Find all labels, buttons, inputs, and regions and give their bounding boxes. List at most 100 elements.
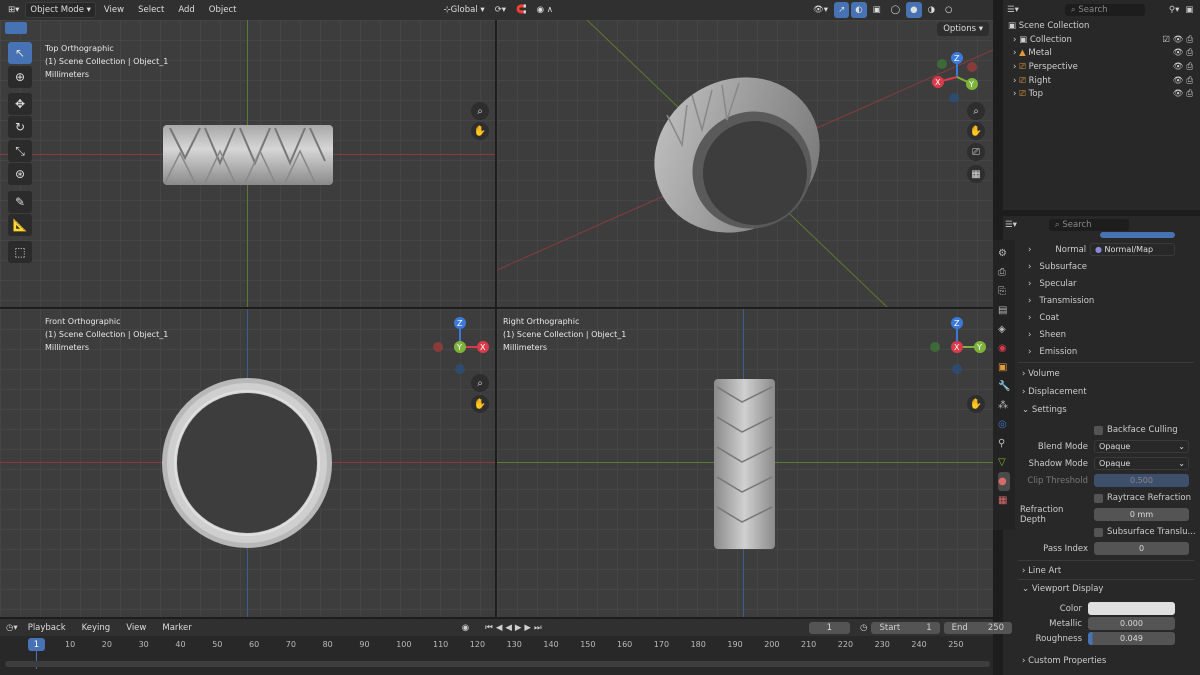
- camera-icon[interactable]: ⎚: [967, 143, 985, 161]
- shading-solid-icon[interactable]: ●: [906, 2, 922, 18]
- gizmo-toggle-icon[interactable]: ↗: [834, 2, 850, 18]
- viewport-front[interactable]: Front Orthographic (1) Scene Collection |…: [0, 309, 495, 617]
- scene-tab-icon[interactable]: ◈: [998, 320, 1010, 339]
- outliner-item-metal[interactable]: › ▲ Metal 👁 ⎙: [1013, 48, 1193, 58]
- menu-object[interactable]: Object: [203, 5, 243, 15]
- shading-wire-icon[interactable]: ◯: [887, 2, 905, 18]
- transform-orientation-dropdown[interactable]: ⊹ Global ▾: [439, 2, 488, 18]
- menu-marker[interactable]: Marker: [156, 623, 197, 633]
- subsurface-translucency-checkbox[interactable]: Subsurface Translu...: [1094, 524, 1200, 540]
- backface-culling-checkbox[interactable]: Backface Culling: [1094, 422, 1200, 438]
- grid-view-icon[interactable]: ▦: [967, 165, 985, 183]
- properties-search-input[interactable]: ⌕ Search: [1048, 219, 1129, 231]
- alpha-slider[interactable]: [1100, 232, 1175, 238]
- zoom-icon[interactable]: ⌕: [471, 374, 489, 392]
- object-tab-icon[interactable]: ▣: [998, 358, 1010, 377]
- viewport-top[interactable]: Top Orthographic (1) Scene Collection | O…: [0, 20, 495, 307]
- menu-select[interactable]: Select: [132, 5, 170, 15]
- snap-icon[interactable]: 🧲: [512, 2, 531, 18]
- axis-gizmo[interactable]: Z Y X: [927, 317, 987, 377]
- material-tab-icon[interactable]: ●: [998, 472, 1010, 491]
- displacement-panel[interactable]: › Displacement: [1022, 384, 1197, 400]
- pan-hand-icon[interactable]: ✋: [967, 395, 985, 413]
- select-mode-icon[interactable]: [5, 22, 27, 34]
- playhead[interactable]: 1: [28, 638, 45, 651]
- shadow-mode-dropdown[interactable]: Opaque ⌄: [1094, 457, 1189, 470]
- filter-icon[interactable]: ⚲▾: [1169, 5, 1180, 15]
- emission-section[interactable]: › Emission: [1020, 344, 1195, 360]
- add-cube-tool-icon[interactable]: ⬚: [8, 241, 32, 263]
- outliner-item-collection[interactable]: › ▣ Collection ☑ 👁 ⎙: [1013, 35, 1193, 45]
- outliner-item-right[interactable]: › ⎚ Right 👁 ⎙: [1013, 76, 1193, 86]
- tool-tab-icon[interactable]: ⚙: [998, 244, 1010, 263]
- pan-hand-icon[interactable]: ✋: [471, 395, 489, 413]
- modifier-tab-icon[interactable]: 🔧: [998, 377, 1010, 396]
- blend-mode-dropdown[interactable]: Opaque ⌄: [1094, 440, 1189, 453]
- rotate-tool-icon[interactable]: ↻: [8, 116, 32, 138]
- options-dropdown[interactable]: Options ▾: [937, 22, 989, 36]
- subsurface-section[interactable]: › Subsurface: [1020, 259, 1195, 275]
- transform-tool-icon[interactable]: ⊛: [8, 163, 32, 185]
- scale-tool-icon[interactable]: ⤡: [8, 140, 32, 162]
- shading-render-icon[interactable]: ○: [941, 2, 956, 18]
- proportional-edit-icon[interactable]: ◉ ∧: [533, 2, 557, 18]
- menu-keying[interactable]: Keying: [76, 623, 117, 633]
- sheen-section[interactable]: › Sheen: [1020, 327, 1195, 343]
- pan-hand-icon[interactable]: ✋: [471, 122, 489, 140]
- axis-gizmo[interactable]: Z X Y: [932, 52, 982, 102]
- texture-tab-icon[interactable]: ▦: [998, 491, 1010, 510]
- normal-socket-dropdown[interactable]: ● Normal/Map: [1090, 243, 1175, 256]
- xray-icon[interactable]: ▣: [869, 2, 885, 18]
- world-tab-icon[interactable]: ◉: [998, 339, 1010, 358]
- clip-threshold-field[interactable]: 0.500: [1094, 474, 1189, 487]
- constraints-tab-icon[interactable]: ⚲: [998, 434, 1010, 453]
- zoom-icon[interactable]: ⌕: [967, 102, 985, 120]
- render-tab-icon[interactable]: ⎙: [998, 263, 1010, 282]
- move-tool-icon[interactable]: ✥: [8, 93, 32, 115]
- shading-material-icon[interactable]: ◑: [924, 2, 939, 18]
- pan-hand-icon[interactable]: ✋: [967, 122, 985, 140]
- menu-view[interactable]: View: [120, 623, 152, 633]
- color-swatch[interactable]: [1088, 602, 1175, 615]
- outliner-search-input[interactable]: ⌕ Search: [1064, 4, 1145, 16]
- custom-properties-panel[interactable]: › Custom Properties: [1022, 653, 1197, 669]
- volume-panel[interactable]: › Volume: [1022, 366, 1197, 382]
- line-art-panel[interactable]: › Line Art: [1022, 563, 1197, 579]
- cursor-tool-icon[interactable]: ⊕: [8, 66, 32, 88]
- playback-controls-icon[interactable]: ⏮◀◀▶▶⏭: [485, 623, 544, 633]
- view-layer-tab-icon[interactable]: ▤: [998, 301, 1010, 320]
- pass-index-field[interactable]: 0: [1094, 542, 1189, 555]
- physics-tab-icon[interactable]: ◎: [998, 415, 1010, 434]
- editor-type-button[interactable]: ⊞▾: [4, 2, 23, 18]
- outliner-item-perspective[interactable]: › ⎚ Perspective 👁 ⎙: [1013, 62, 1193, 72]
- viewport-perspective[interactable]: Options ▾ Z X Y ⌕ ✋ ⎚ ▦: [497, 20, 993, 307]
- start-frame-field[interactable]: Start 1: [871, 621, 940, 634]
- current-frame-field[interactable]: 1: [808, 621, 851, 634]
- annotate-tool-icon[interactable]: ✎: [8, 191, 32, 213]
- outliner-root[interactable]: ▣ Scene Collection: [1008, 21, 1089, 31]
- timeline-editor-icon[interactable]: ◷▾: [6, 623, 18, 633]
- viewport-display-panel[interactable]: ⌄ Viewport Display: [1022, 581, 1197, 597]
- particles-tab-icon[interactable]: ⁂: [998, 396, 1010, 415]
- output-tab-icon[interactable]: ⎘: [998, 282, 1010, 301]
- properties-editor-icon[interactable]: ☰▾: [1005, 220, 1017, 230]
- refraction-depth-field[interactable]: 0 mm: [1094, 508, 1189, 521]
- data-tab-icon[interactable]: ▽: [998, 453, 1010, 472]
- axis-gizmo[interactable]: Z X Y: [430, 317, 490, 377]
- menu-add[interactable]: Add: [172, 5, 200, 15]
- viewport-right[interactable]: Right Orthographic (1) Scene Collection |…: [497, 309, 993, 617]
- specular-section[interactable]: › Specular: [1020, 276, 1195, 292]
- pivot-icon[interactable]: ⟳▾: [491, 2, 510, 18]
- menu-playback[interactable]: Playback: [22, 623, 72, 633]
- raytrace-refraction-checkbox[interactable]: Raytrace Refraction: [1094, 490, 1200, 506]
- metallic-field[interactable]: 0.000: [1088, 617, 1175, 630]
- coat-section[interactable]: › Coat: [1020, 310, 1195, 326]
- visibility-icon[interactable]: 👁▾: [809, 2, 832, 18]
- zoom-icon[interactable]: ⌕: [471, 102, 489, 120]
- transmission-section[interactable]: › Transmission: [1020, 293, 1195, 309]
- overlay-toggle-icon[interactable]: ◐: [851, 2, 867, 18]
- outliner-editor-icon[interactable]: ☰▾: [1007, 5, 1019, 15]
- new-collection-icon[interactable]: ▣: [1185, 5, 1193, 15]
- timeline-scrollbar[interactable]: [5, 661, 990, 667]
- measure-tool-icon[interactable]: 📐: [8, 214, 32, 236]
